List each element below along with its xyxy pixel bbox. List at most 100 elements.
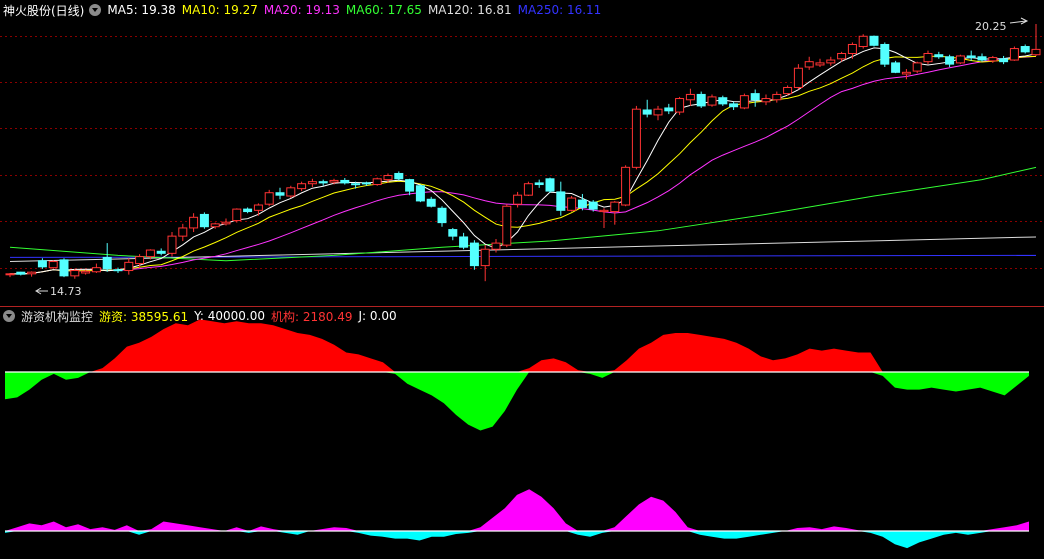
- candle-body: [826, 59, 836, 64]
- moving-average-lines: [9, 47, 1037, 275]
- candle-body: [664, 107, 674, 112]
- candle: [394, 171, 404, 181]
- candle-body: [858, 35, 868, 48]
- candle-body: [750, 93, 760, 101]
- candle: [372, 177, 382, 186]
- candle: [5, 272, 15, 278]
- candle: [437, 206, 447, 227]
- candle: [48, 260, 58, 269]
- j-value: J: 0.00: [358, 309, 396, 323]
- candle: [534, 179, 544, 188]
- candle-body: [891, 62, 901, 73]
- ma20-label: MA20: 19.13: [263, 3, 340, 17]
- candle-body: [426, 198, 436, 207]
- candle-body: [793, 67, 803, 88]
- candle: [718, 95, 728, 106]
- candle: [696, 91, 706, 108]
- candle-body: [880, 43, 890, 65]
- candle-body: [653, 108, 663, 116]
- institution-number: 2180.49: [302, 309, 353, 324]
- candle-body: [275, 192, 285, 196]
- candle: [415, 184, 425, 203]
- candle: [804, 56, 814, 70]
- ma5-label: MA5: 19.38: [107, 3, 176, 17]
- candle-body: [523, 183, 533, 196]
- candle: [253, 203, 263, 216]
- ma60-label: MA60: 17.65: [345, 3, 422, 17]
- candle-body: [16, 271, 26, 275]
- candle-body: [621, 166, 631, 206]
- candle: [912, 61, 922, 74]
- candle: [577, 193, 587, 211]
- ma250-label: MA250: 16.11: [517, 3, 602, 17]
- candle-body: [707, 96, 717, 106]
- candle-body: [297, 183, 307, 190]
- candle-body: [415, 185, 425, 202]
- candle-body: [923, 52, 933, 63]
- candle-body: [329, 179, 339, 183]
- candle-body: [156, 250, 166, 254]
- j-name: J:: [358, 309, 370, 323]
- candle: [318, 179, 328, 186]
- candle: [124, 258, 134, 275]
- candle-body: [696, 93, 706, 107]
- candle: [426, 196, 436, 208]
- candle-body: [610, 201, 620, 213]
- candle-body: [513, 194, 523, 205]
- fund-area-positive: [5, 319, 1029, 372]
- candle-body: [599, 209, 609, 213]
- stock-title[interactable]: 神火股份(日线): [3, 2, 84, 19]
- candle: [307, 178, 317, 187]
- institution-flow-area: [5, 489, 1029, 549]
- candle-body: [437, 207, 447, 224]
- candle-body: [772, 93, 782, 101]
- candle-body: [59, 259, 69, 277]
- ma-settings-dropdown-icon[interactable]: [89, 4, 102, 16]
- candle-body: [556, 191, 566, 211]
- indicator-title[interactable]: 游资机构监控: [21, 308, 93, 325]
- candle: [858, 34, 868, 49]
- candle-body: [966, 55, 976, 59]
- ma20-line: [9, 55, 1037, 275]
- candle: [750, 89, 760, 107]
- candle: [977, 53, 987, 62]
- candle: [523, 181, 533, 196]
- candle-body: [729, 103, 739, 108]
- candle: [102, 243, 112, 272]
- fund-value: 游资: 38595.61: [99, 308, 188, 325]
- candle-body: [70, 270, 80, 277]
- candle-body: [912, 62, 922, 72]
- indicator-panel-header: 游资机构监控 游资: 38595.61 Y: 40000.00 机构: 2180…: [0, 307, 403, 325]
- candle-body: [113, 269, 123, 272]
- candle-body: [102, 256, 112, 270]
- candle: [491, 239, 501, 253]
- candle: [815, 58, 825, 67]
- candle-body: [577, 199, 587, 208]
- candle-body: [675, 98, 685, 113]
- institution-name: 机构:: [271, 309, 303, 324]
- candle: [739, 93, 749, 110]
- candle-body: [934, 54, 944, 58]
- indicator-settings-dropdown-icon[interactable]: [3, 310, 15, 322]
- candle-body: [37, 260, 47, 268]
- candle: [772, 91, 782, 103]
- candle: [621, 165, 631, 207]
- candle: [761, 94, 771, 106]
- candle: [631, 105, 641, 170]
- candle-body: [469, 242, 479, 267]
- candle-body: [340, 179, 350, 184]
- candle-body: [81, 270, 91, 274]
- candle: [707, 94, 717, 107]
- j-number: 0.00: [369, 309, 397, 323]
- candle: [955, 54, 965, 65]
- candle-body: [534, 182, 544, 186]
- candle: [469, 240, 479, 270]
- stock-chart[interactable]: [0, 0, 1044, 559]
- candle: [27, 271, 37, 277]
- candle-body: [459, 236, 469, 248]
- candle-body: [631, 108, 641, 168]
- candle-body: [783, 86, 793, 95]
- candle-body: [383, 175, 393, 181]
- y-name: Y:: [194, 309, 208, 323]
- candle-body: [124, 261, 134, 272]
